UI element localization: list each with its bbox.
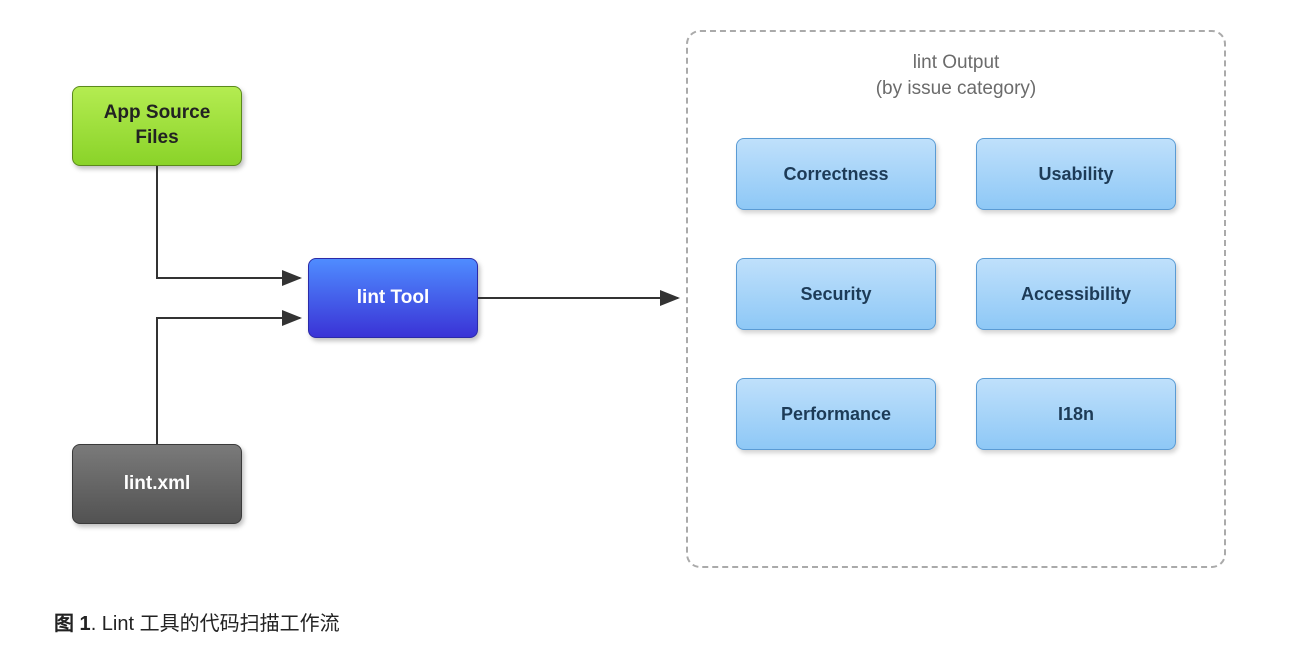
arrow-xml-to-tool	[157, 318, 300, 444]
category-accessibility-label: Accessibility	[1021, 284, 1131, 305]
output-title-line1: lint Output	[913, 52, 1000, 73]
category-correctness-label: Correctness	[783, 164, 888, 185]
figure-caption: 图 1. Lint 工具的代码扫描工作流	[54, 607, 340, 636]
category-i18n-label: I18n	[1058, 404, 1094, 425]
diagram-canvas: App SourceFiles lint.xml lint Tool lint …	[0, 0, 1294, 648]
category-performance: Performance	[736, 378, 936, 450]
category-i18n: I18n	[976, 378, 1176, 450]
category-usability-label: Usability	[1038, 164, 1113, 185]
node-lint-tool: lint Tool	[308, 258, 478, 338]
node-lint-xml-label: lint.xml	[124, 473, 191, 495]
category-usability: Usability	[976, 138, 1176, 210]
output-grid: Correctness Usability Security Accessibi…	[736, 138, 1176, 450]
category-accessibility: Accessibility	[976, 258, 1176, 330]
category-security-label: Security	[800, 284, 871, 305]
figure-caption-text: . Lint 工具的代码扫描工作流	[91, 613, 340, 635]
figure-caption-prefix: 图 1	[54, 613, 91, 635]
category-performance-label: Performance	[781, 404, 891, 425]
category-correctness: Correctness	[736, 138, 936, 210]
arrow-app-to-tool	[157, 166, 300, 278]
node-lint-tool-label: lint Tool	[357, 287, 429, 309]
output-title: lint Output (by issue category)	[688, 50, 1224, 101]
category-security: Security	[736, 258, 936, 330]
node-lint-xml: lint.xml	[72, 444, 242, 524]
node-app-source-files: App SourceFiles	[72, 86, 242, 166]
output-title-line2: (by issue category)	[876, 78, 1037, 99]
node-app-source-files-label: App SourceFiles	[104, 101, 211, 150]
